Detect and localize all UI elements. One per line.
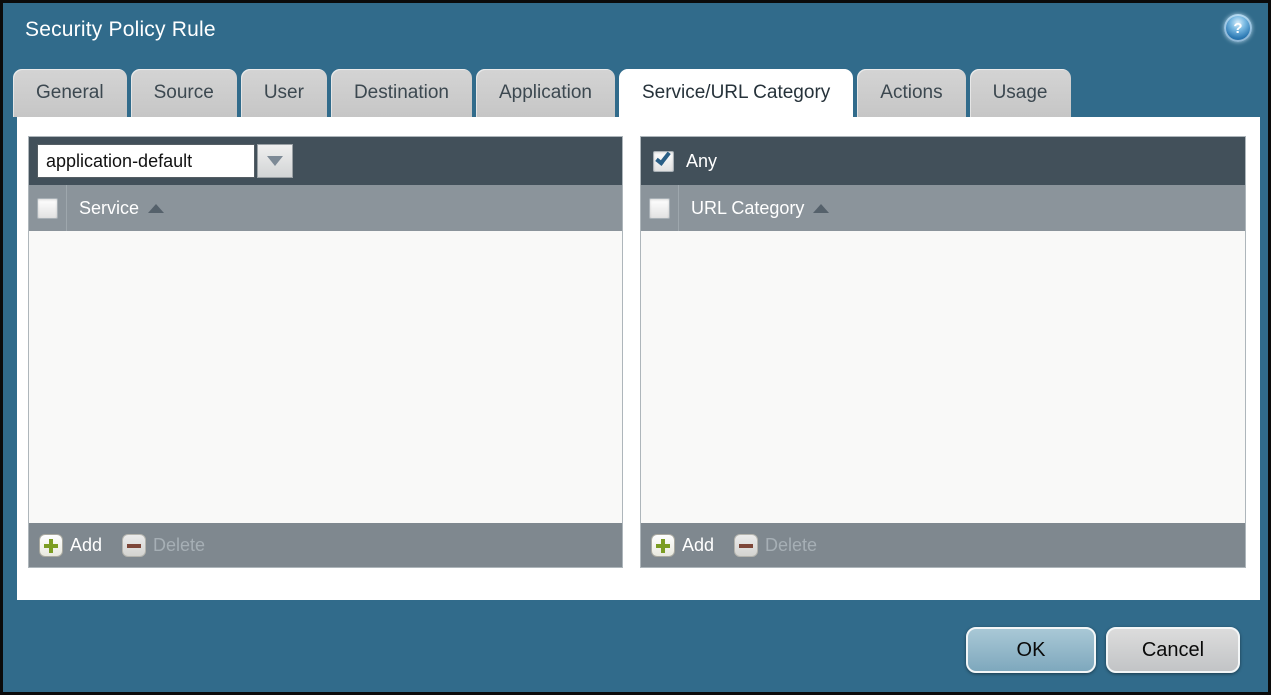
cancel-button[interactable]: Cancel	[1106, 627, 1240, 673]
tab-source[interactable]: Source	[130, 69, 237, 117]
checkmark-icon	[655, 148, 671, 166]
url-category-panel: Any URL Category Add Delete	[640, 136, 1246, 568]
tab-actions[interactable]: Actions	[857, 69, 966, 117]
service-delete-button[interactable]: Delete	[122, 533, 225, 557]
service-delete-label: Delete	[153, 534, 206, 555]
url-category-column-header-row: URL Category	[641, 185, 1245, 231]
minus-icon	[734, 533, 759, 557]
url-category-list[interactable]	[641, 231, 1245, 523]
tab-bar: General Source User Destination Applicat…	[13, 69, 1071, 117]
security-policy-rule-dialog: Security Policy Rule ? General Source Us…	[0, 0, 1271, 695]
plus-icon	[39, 533, 63, 557]
sort-ascending-icon[interactable]	[148, 203, 165, 213]
service-add-label: Add	[70, 534, 103, 555]
service-panel: Service Add Delete	[28, 136, 623, 568]
ok-button[interactable]: OK	[966, 627, 1096, 673]
url-category-add-button[interactable]: Add	[651, 533, 734, 557]
service-select-all-checkbox[interactable]	[37, 197, 58, 219]
help-icon-glyph: ?	[1233, 19, 1243, 37]
service-type-combobox	[37, 144, 293, 178]
help-icon[interactable]: ?	[1224, 14, 1252, 42]
any-label: Any	[686, 150, 718, 171]
url-category-column-header[interactable]: URL Category	[691, 198, 804, 219]
service-footer-toolbar: Add Delete	[29, 523, 622, 567]
service-panel-header	[29, 137, 622, 185]
chevron-down-icon	[267, 156, 283, 166]
service-list[interactable]	[29, 231, 622, 523]
url-category-select-all-checkbox[interactable]	[649, 197, 670, 219]
tab-service-url-category[interactable]: Service/URL Category	[618, 69, 854, 117]
tab-application[interactable]: Application	[476, 69, 615, 117]
dialog-title: Security Policy Rule	[25, 18, 216, 41]
service-column-header-row: Service	[29, 185, 622, 231]
url-category-add-label: Add	[682, 534, 715, 555]
url-category-footer-toolbar: Add Delete	[641, 523, 1245, 567]
service-type-input[interactable]	[37, 144, 255, 178]
sort-ascending-icon[interactable]	[813, 203, 830, 213]
service-column-header[interactable]: Service	[79, 198, 139, 219]
minus-icon	[122, 533, 147, 557]
url-category-delete-label: Delete	[765, 534, 818, 555]
service-add-button[interactable]: Add	[39, 533, 122, 557]
plus-icon	[651, 533, 675, 557]
url-category-delete-button[interactable]: Delete	[734, 533, 837, 557]
any-checkbox[interactable]	[653, 148, 674, 172]
url-category-select-all-cell	[641, 185, 679, 231]
tab-destination[interactable]: Destination	[330, 69, 472, 117]
tab-user[interactable]: User	[240, 69, 327, 117]
service-type-dropdown-button[interactable]	[257, 144, 293, 178]
tab-usage[interactable]: Usage	[969, 69, 1071, 117]
url-category-panel-header: Any	[641, 137, 1245, 185]
tab-content-area: Service Add Delete Any	[17, 117, 1260, 600]
service-select-all-cell	[29, 185, 67, 231]
tab-general[interactable]: General	[13, 69, 127, 117]
